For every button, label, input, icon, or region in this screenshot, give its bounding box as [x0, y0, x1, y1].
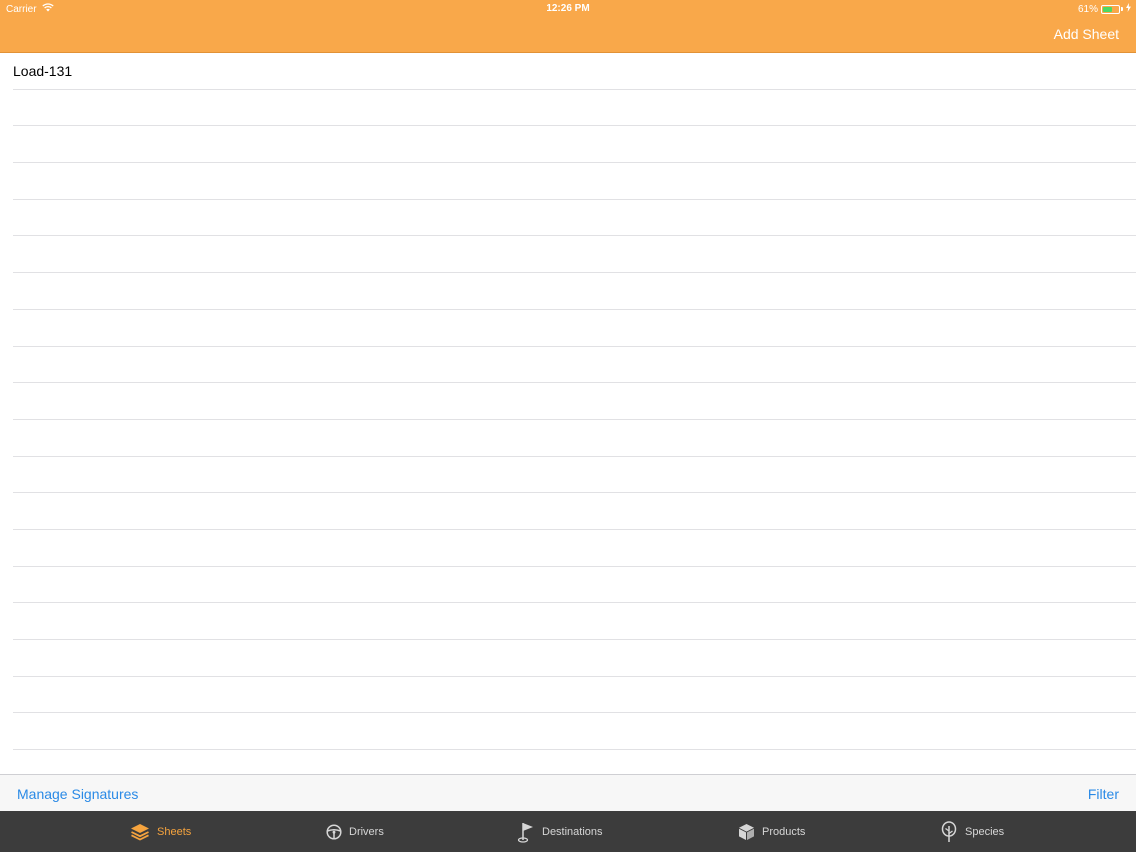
empty-row: [13, 493, 1136, 530]
tab-sheets[interactable]: Sheets: [130, 811, 191, 852]
app-window: Carrier 12:26 PM 61% Add Sheet Load-131: [0, 0, 1136, 852]
list-item-label: Load-131: [13, 62, 73, 79]
empty-row: [13, 640, 1136, 677]
status-left: Carrier: [6, 3, 54, 15]
tree-icon: [940, 820, 958, 843]
tab-label-species: Species: [965, 825, 1005, 838]
empty-row: [13, 273, 1136, 310]
empty-row: [13, 126, 1136, 164]
navigation-bar: Carrier 12:26 PM 61% Add Sheet: [0, 0, 1136, 53]
battery-level: [1103, 6, 1113, 12]
bottom-toolbar: Manage Signatures Filter: [0, 774, 1136, 811]
steering-wheel-icon: [326, 823, 342, 840]
empty-row: [13, 713, 1136, 751]
empty-row: [13, 310, 1136, 347]
wifi-icon: [41, 3, 54, 15]
tab-label-destinations: Destinations: [542, 825, 603, 838]
empty-row: [13, 677, 1136, 714]
tab-products[interactable]: Products: [738, 811, 805, 852]
manage-signatures-button[interactable]: Manage Signatures: [17, 786, 138, 802]
empty-row: [13, 347, 1136, 384]
tab-label-sheets: Sheets: [157, 825, 192, 838]
box-icon: [738, 823, 755, 841]
battery-percent: 61%: [1077, 3, 1098, 15]
tab-species[interactable]: Species: [940, 811, 1004, 852]
carrier-label: Carrier: [6, 3, 37, 15]
add-sheet-button[interactable]: Add Sheet: [1054, 26, 1119, 42]
tab-bar: Sheets Drivers Destinations Products Spe…: [0, 811, 1136, 852]
tab-label-drivers: Drivers: [349, 825, 384, 838]
charging-icon: [1126, 3, 1131, 15]
filter-button[interactable]: Filter: [1088, 786, 1119, 802]
flag-icon: [517, 821, 535, 843]
tab-destinations[interactable]: Destinations: [517, 811, 603, 852]
empty-row: [13, 383, 1136, 420]
empty-row: [13, 200, 1136, 237]
tab-drivers[interactable]: Drivers: [326, 811, 384, 852]
empty-row: [13, 457, 1136, 494]
status-time: 12:26 PM: [546, 3, 590, 14]
empty-row: [13, 163, 1136, 200]
list-item[interactable]: Load-131: [13, 53, 1136, 90]
battery-cap: [1121, 7, 1123, 11]
empty-row: [13, 236, 1136, 274]
sheet-list: Load-131: [0, 53, 1136, 774]
tab-label-products: Products: [762, 825, 806, 838]
empty-row: [13, 567, 1136, 604]
battery-icon: [1101, 4, 1120, 14]
empty-row: [13, 90, 1136, 127]
status-right: 61%: [1078, 3, 1131, 15]
empty-row: [13, 420, 1136, 457]
empty-row: [13, 603, 1136, 640]
empty-row: [13, 530, 1136, 567]
layers-icon: [130, 823, 150, 841]
